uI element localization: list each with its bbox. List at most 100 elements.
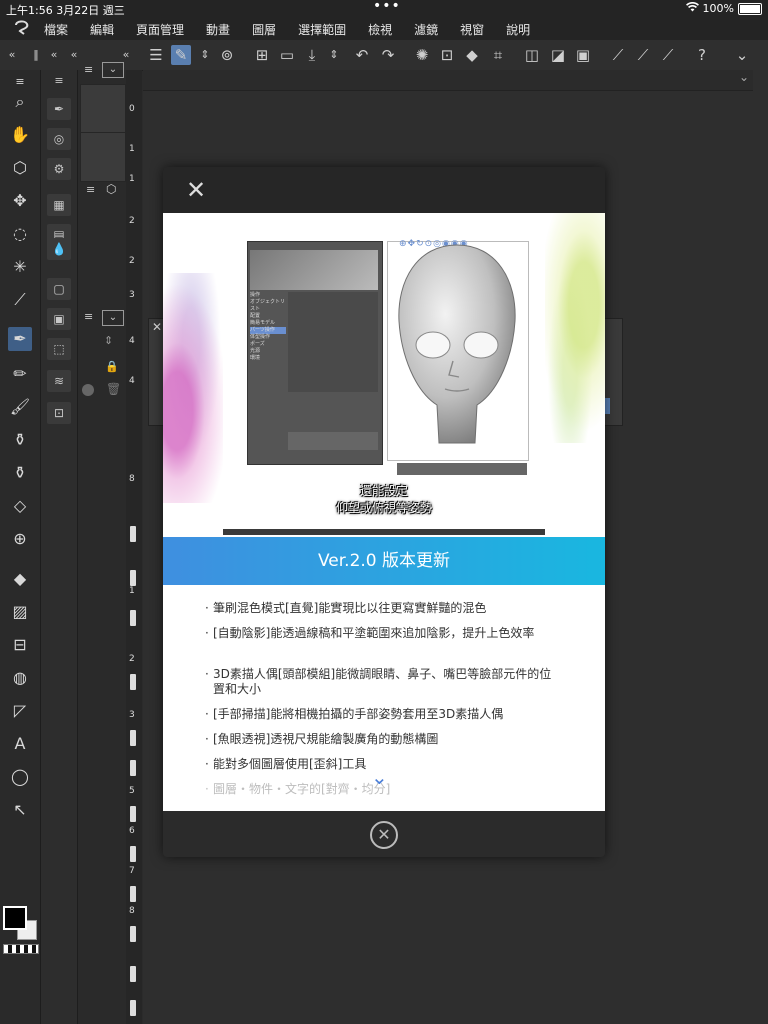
hand-icon[interactable]: ✋ — [8, 123, 32, 147]
multitasking-dots-icon[interactable]: ••• — [373, 0, 401, 14]
sub-tool-drops-icon[interactable]: 💧 — [47, 238, 71, 260]
eyedropper-icon[interactable]: ⟋ — [8, 288, 32, 312]
fill-bucket-icon[interactable]: ◆ — [8, 567, 32, 591]
scroll-down-chevron-icon[interactable]: ⌄ — [371, 765, 388, 789]
page-thumbnail[interactable] — [80, 132, 126, 182]
new-file-icon[interactable]: ⊞ — [252, 45, 272, 65]
figure-icon[interactable]: ◸ — [8, 699, 32, 723]
feature-text: [自動陰影]能透過線稿和平塗範圍來追加陰影，提升上色效率 — [213, 626, 535, 640]
frame-icon[interactable]: ⊟ — [8, 633, 32, 657]
hamburger-menu-icon[interactable]: ☰ — [146, 45, 166, 65]
clear-layer-icon[interactable]: ⊡ — [437, 45, 457, 65]
balloon-icon[interactable]: ◯ — [8, 765, 32, 789]
correct-line-icon[interactable]: ↖ — [8, 798, 32, 822]
screenshot-note — [288, 432, 378, 450]
up-down-icon[interactable]: ⇕ — [324, 45, 344, 65]
close-circle-icon[interactable]: ✕ — [370, 821, 398, 849]
sub-tool-grid-icon[interactable]: ▦ — [47, 194, 71, 216]
menu-filter[interactable]: 濾鏡 — [414, 21, 438, 38]
gradient-icon[interactable]: ▨ — [8, 600, 32, 624]
text-icon[interactable]: A — [8, 732, 32, 756]
menu-help[interactable]: 說明 — [506, 21, 530, 38]
sub-tool-pen-icon[interactable]: ✒ — [47, 98, 71, 120]
deselect-icon[interactable]: ◫ — [522, 45, 542, 65]
undo-icon[interactable]: ↶ — [352, 45, 372, 65]
panel-grip-icon[interactable]: ‖ — [26, 45, 46, 65]
menu-selection[interactable]: 選擇範圍 — [298, 21, 346, 38]
menu-page-management[interactable]: 頁面管理 — [136, 21, 184, 38]
chevron-down-icon[interactable]: ⌄ — [739, 70, 749, 84]
battery-indicator: 100% — [685, 1, 762, 15]
panel-menu-icon[interactable]: ≡ — [86, 183, 95, 196]
collapse-left-icon[interactable]: « — [44, 45, 64, 65]
sub-tool-settings-icon[interactable]: ⚙ — [47, 158, 71, 180]
menu-view[interactable]: 檢視 — [368, 21, 392, 38]
list-item: · [魚眼透視]透視尺規能繪製廣角的動態構圖 — [205, 732, 439, 746]
dropdown-toggle-icon[interactable]: ⌄ — [102, 62, 124, 78]
companion-icon[interactable]: ⊚ — [217, 45, 237, 65]
menu-edit[interactable]: 編輯 — [90, 21, 114, 38]
foreground-color-swatch[interactable] — [3, 906, 27, 930]
collapse-left-icon[interactable]: « — [64, 45, 84, 65]
panel-menu-icon[interactable]: ≡ — [47, 70, 71, 92]
move-icon[interactable]: ✥ — [8, 189, 32, 213]
page-thumbnail[interactable] — [80, 84, 126, 134]
open-folder-icon[interactable]: ▭ — [277, 45, 297, 65]
snap-ruler-icon[interactable]: ⟋ — [608, 45, 628, 65]
chevron-down-icon[interactable]: ⌄ — [732, 45, 752, 65]
sub-tool-marker-icon[interactable]: ◎ — [47, 128, 71, 150]
layer-combine-icon[interactable]: ⊡ — [47, 402, 71, 424]
menu-window[interactable]: 視窗 — [460, 21, 484, 38]
record-icon[interactable] — [82, 384, 94, 396]
airbrush-icon[interactable]: ⚱ — [8, 428, 32, 452]
edit-icon[interactable]: ✎ — [171, 45, 191, 65]
brush-icon[interactable]: 🖌 — [8, 395, 32, 419]
loading-icon[interactable]: ✺ — [412, 45, 432, 65]
snap-special-ruler-icon[interactable]: ⟋ — [633, 45, 653, 65]
lasso-icon[interactable]: ◌ — [8, 222, 32, 246]
panel-menu-icon[interactable]: ≡ — [84, 63, 93, 76]
snap-grid-icon[interactable]: ⟋ — [658, 45, 678, 65]
menu-animation[interactable]: 動畫 — [206, 21, 230, 38]
ruler-tick: 1 — [129, 174, 135, 184]
app-logo-icon[interactable] — [0, 19, 44, 39]
decoration-icon[interactable]: ⚱ — [8, 461, 32, 485]
redo-icon[interactable]: ↷ — [378, 45, 398, 65]
dropdown-toggle-icon[interactable]: ⌄ — [102, 310, 124, 326]
blend-icon[interactable]: ⊕ — [8, 527, 32, 551]
list-item: · 能對多個圖層使用[歪斜]工具 — [205, 757, 367, 771]
magic-wand-icon[interactable]: ✳ — [8, 255, 32, 279]
close-icon[interactable]: ✕ — [152, 320, 162, 334]
feature-text: [魚眼透視]透視尺規能繪製廣角的動態構圖 — [213, 732, 439, 746]
zoom-icon[interactable]: ⌕ — [8, 90, 32, 114]
panel-menu-icon[interactable]: ≡ — [84, 310, 93, 323]
pencil-icon[interactable]: ✏ — [8, 362, 32, 386]
collapse-left-icon[interactable]: « — [2, 45, 22, 65]
ruler-handle — [130, 966, 136, 982]
object-icon[interactable]: ⬡ — [8, 156, 32, 180]
ruler-icon[interactable]: ◍ — [8, 666, 32, 690]
save-icon[interactable]: ⤓ — [302, 45, 322, 65]
dialog-content[interactable]: 操作 オブジェクトリスト 配置 簡易モデル パーツ操作 体型操作 ポーズ 光源 … — [163, 213, 605, 811]
invert-selection-icon[interactable]: ◪ — [548, 45, 568, 65]
layer-new-raster-icon[interactable]: ▢ — [47, 278, 71, 300]
menu-file[interactable]: 檔案 — [44, 21, 68, 38]
fill-icon[interactable]: ◆ — [462, 45, 482, 65]
up-down-icon[interactable]: ⇕ — [195, 45, 215, 65]
layer-folder-icon[interactable]: ⬚ — [47, 338, 71, 360]
pen-icon[interactable]: ✒ — [8, 327, 32, 351]
trash-icon[interactable]: 🗑 — [106, 382, 121, 396]
eraser-icon[interactable]: ◇ — [8, 494, 32, 518]
layer-stack-icon[interactable]: ≋ — [47, 370, 71, 392]
ruler-tick: 8 — [129, 906, 135, 916]
help-icon[interactable]: ? — [692, 45, 712, 65]
select-all-icon[interactable]: ▣ — [573, 45, 593, 65]
transparent-color-swatch[interactable] — [3, 944, 39, 954]
menu-layer[interactable]: 圖層 — [252, 21, 276, 38]
layer-new-vector-icon[interactable]: ▣ — [47, 308, 71, 330]
lock-icon[interactable]: 🔒 — [105, 360, 119, 373]
up-down-icon[interactable]: ⇕ — [104, 334, 113, 347]
transform-icon[interactable]: ⌗ — [488, 45, 508, 65]
close-icon[interactable]: ✕ — [183, 177, 209, 203]
layer-icon[interactable]: ⬡ — [106, 182, 116, 196]
